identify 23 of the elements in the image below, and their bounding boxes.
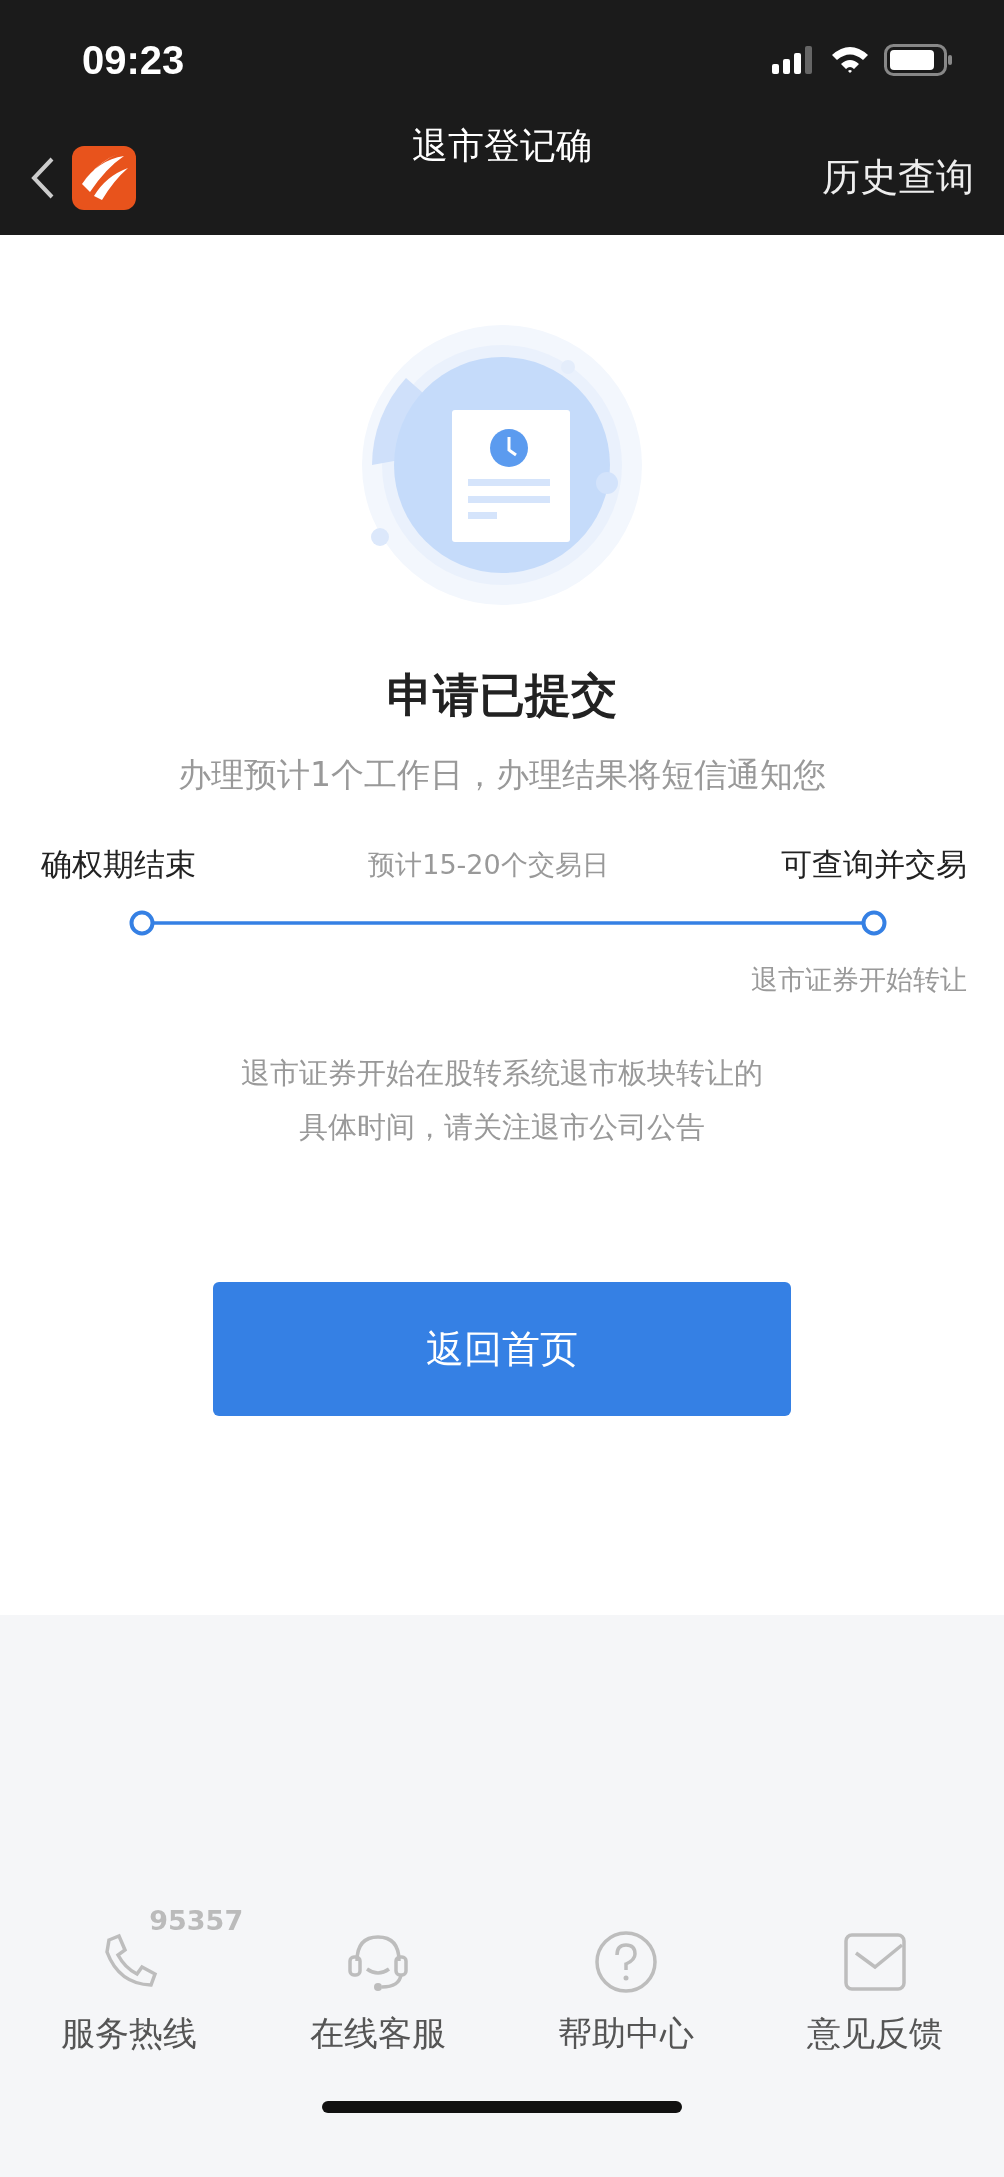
result-subtitle: 办理预计1个工作日，办理结果将短信通知您 bbox=[178, 754, 826, 796]
app-logo-icon bbox=[72, 145, 136, 210]
duration-label: 预计15-20个交易日 bbox=[368, 848, 609, 882]
notice-text: 具体时间，请关注退市公司公告 bbox=[299, 1109, 705, 1146]
result-title: 申请已提交 bbox=[387, 667, 617, 724]
return-home-button[interactable]: 返回首页 bbox=[213, 1282, 791, 1416]
footer-item[interactable]: 帮助中心 bbox=[511, 1905, 742, 2057]
start-label: 确权期结束 bbox=[41, 845, 196, 884]
status-time: 09:23 bbox=[82, 37, 185, 83]
end-note: 退市证券开始转让 bbox=[751, 963, 967, 997]
footer-item[interactable]: 95357 服务热线 bbox=[14, 1905, 245, 2057]
hotline-number: 95357 bbox=[149, 1905, 244, 1936]
wifi-icon bbox=[830, 45, 870, 75]
footer-item[interactable]: 意见反馈 bbox=[759, 1905, 990, 2057]
back-button[interactable] bbox=[30, 145, 136, 210]
notice-text: 退市证券开始在股转系统退市板块转让的 bbox=[241, 1055, 763, 1092]
mail-icon bbox=[841, 1931, 908, 1993]
battery-icon bbox=[884, 44, 954, 76]
page-title: 退市登记确 bbox=[412, 125, 592, 166]
end-label: 可查询并交易 bbox=[781, 845, 967, 884]
help-icon bbox=[593, 1929, 660, 1995]
footer-item[interactable]: 在线客服 bbox=[262, 1905, 493, 2057]
history-link[interactable]: 历史查询 bbox=[822, 152, 974, 203]
